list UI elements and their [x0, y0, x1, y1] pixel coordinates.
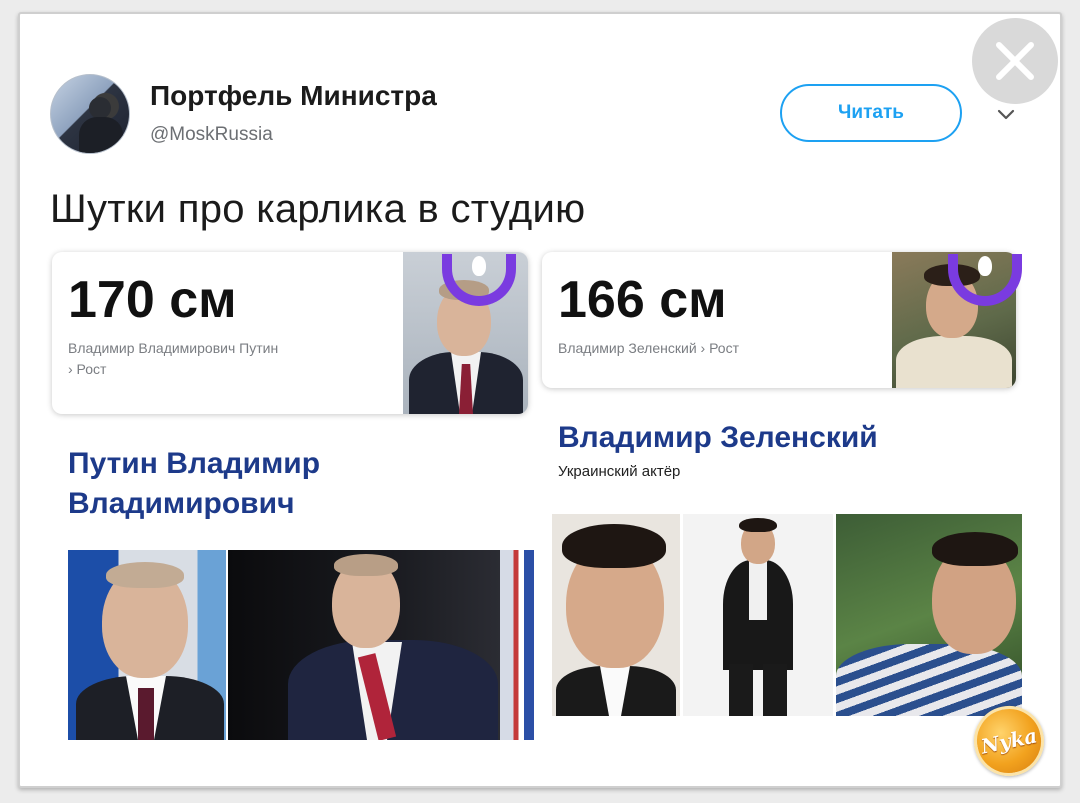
- caption-line: › Рост: [68, 361, 107, 377]
- height-value-left: 170 см: [68, 271, 237, 329]
- author-handle[interactable]: @MoskRussia: [150, 124, 273, 146]
- tweet-text: Шутки про карлика в студию: [50, 187, 586, 231]
- putin-photo-3[interactable]: [500, 550, 534, 740]
- close-button[interactable]: [972, 18, 1058, 104]
- zelensky-photo-1[interactable]: [552, 514, 680, 716]
- person-name-left[interactable]: Путин Владимир Владимирович: [68, 444, 408, 524]
- zelensky-photo-3[interactable]: [836, 514, 1022, 716]
- chevron-down-icon[interactable]: [995, 103, 1017, 125]
- author-name[interactable]: Портфель Министра: [150, 80, 437, 112]
- logo-text: Nyka: [978, 723, 1040, 759]
- author-avatar[interactable]: [50, 74, 130, 154]
- person-subtitle-right: Украинский актёр: [558, 463, 681, 480]
- person-name-right[interactable]: Владимир Зеленский: [558, 418, 998, 458]
- putin-photo-2[interactable]: [228, 550, 500, 740]
- height-caption-right: Владимир Зеленский › Рост: [558, 340, 739, 356]
- follow-button[interactable]: Читать: [780, 84, 962, 142]
- height-value-right: 166 см: [558, 271, 727, 329]
- putin-photo-1[interactable]: [68, 550, 226, 740]
- close-icon: [996, 42, 1034, 80]
- caption-line: Владимир Владимирович Путин: [68, 340, 279, 356]
- zelensky-photo-2[interactable]: [683, 514, 833, 716]
- height-caption-left: Владимир Владимирович Путин › Рост: [68, 338, 388, 380]
